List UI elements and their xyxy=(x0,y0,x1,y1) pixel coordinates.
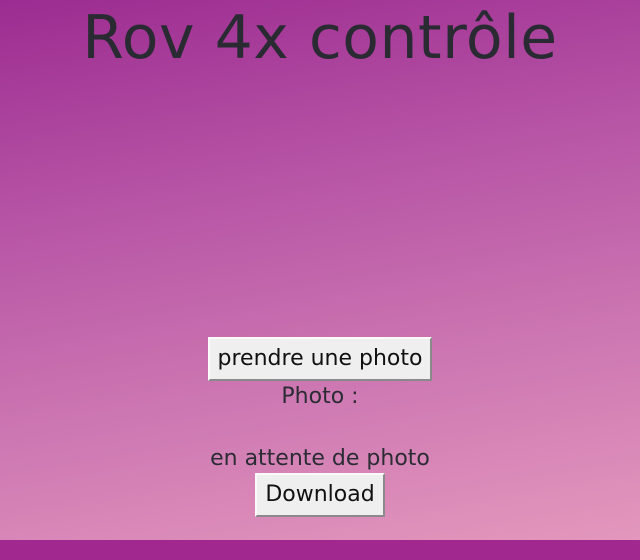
take-photo-button[interactable]: prendre une photo xyxy=(207,337,433,381)
download-button[interactable]: Download xyxy=(255,473,385,517)
photo-status-text: en attente de photo xyxy=(210,446,430,471)
photo-preview xyxy=(0,411,640,445)
camera-controls: prendre une photo Photo : en attente de … xyxy=(0,337,640,517)
photo-label: Photo : xyxy=(281,384,359,409)
bottom-bar xyxy=(0,540,640,560)
page-title: Rov 4x contrôle xyxy=(82,3,558,73)
